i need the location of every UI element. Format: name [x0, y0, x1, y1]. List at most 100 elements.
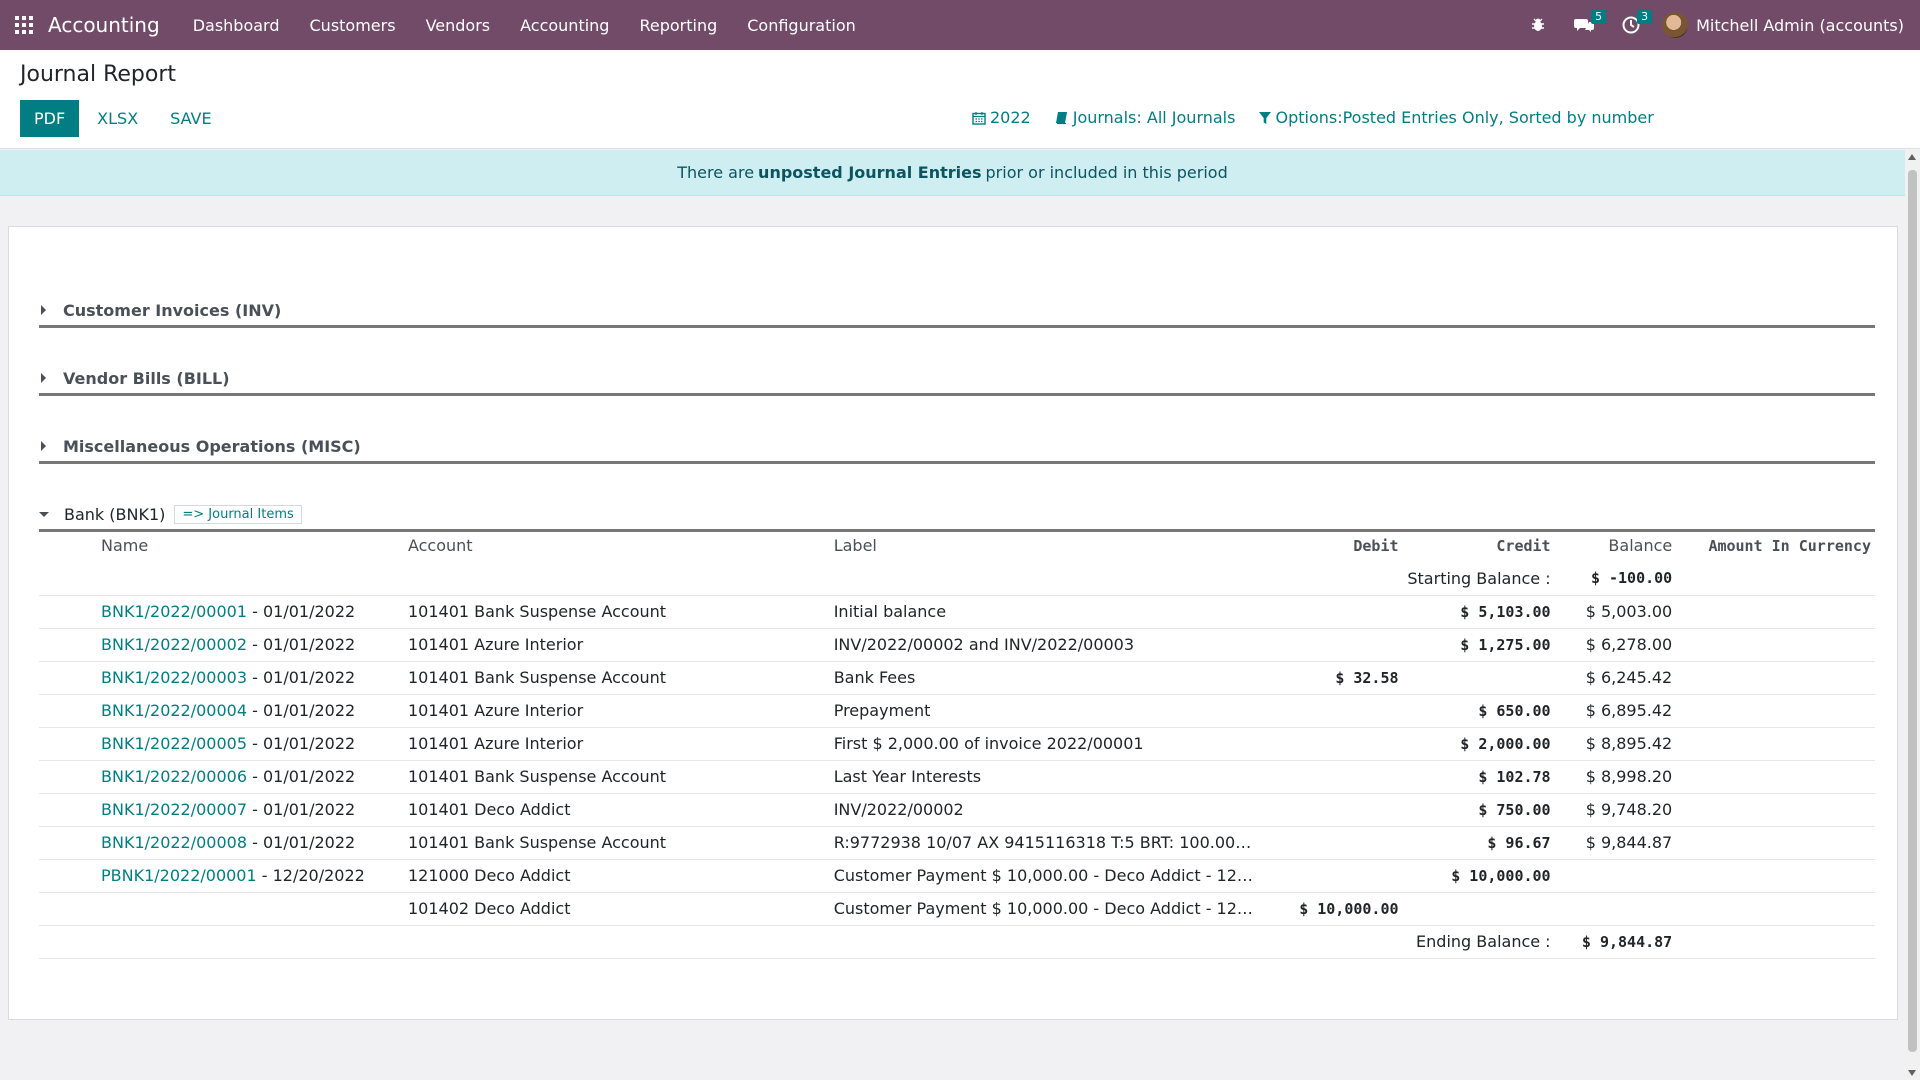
move-link[interactable]: BNK1/2022/00008 [101, 833, 247, 852]
section-title: Bank (BNK1) [64, 504, 166, 524]
starting-balance-row: Starting Balance : $ -100.00 [39, 562, 1875, 595]
scroll-down-arrow-icon[interactable] [1908, 1070, 1916, 1076]
col-label: Label [833, 536, 877, 555]
balance-value: $ 6,278.00 [1550, 627, 1673, 661]
line-label: R:9772938 10/07 AX 9415116318 T:5 BRT: 1… [833, 825, 1259, 859]
menu-dashboard[interactable]: Dashboard [178, 0, 295, 50]
account-code: 101401 [407, 767, 470, 786]
caret-right-icon [41, 373, 46, 383]
save-button[interactable]: SAVE [156, 100, 225, 137]
account-code: 101401 [407, 833, 470, 852]
debit-value [1258, 759, 1399, 793]
account-code: 101401 [407, 635, 470, 654]
credit-value: $ 650.00 [1398, 693, 1551, 727]
table-row: PBNK1/2022/00001 - 12/20/2022 121000 Dec… [39, 858, 1875, 892]
move-date: - 01/01/2022 [247, 734, 356, 753]
menu-accounting[interactable]: Accounting [505, 0, 624, 50]
col-amount-currency: Amount In Currency [1708, 536, 1871, 555]
move-link[interactable]: BNK1/2022/00007 [101, 800, 247, 819]
section-customer-invoices[interactable]: Customer Invoices (INV) [39, 295, 1875, 328]
section-vendor-bills[interactable]: Vendor Bills (BILL) [39, 363, 1875, 396]
app-brand[interactable]: Accounting [48, 13, 160, 37]
divider [39, 461, 1875, 464]
move-link[interactable]: BNK1/2022/00002 [101, 635, 247, 654]
report-sheet: Customer Invoices (INV) Vendor Bills (BI… [8, 226, 1898, 1020]
account-name: Deco Addict [474, 866, 571, 885]
filter-icon [1259, 111, 1272, 124]
move-link[interactable]: BNK1/2022/00006 [101, 767, 247, 786]
user-menu[interactable]: Mitchell Admin (accounts) [1654, 12, 1904, 38]
move-link[interactable]: BNK1/2022/00004 [101, 701, 247, 720]
options-filter-label: Options:Posted Entries Only, Sorted by n… [1275, 108, 1654, 127]
scroll-up-arrow-icon[interactable] [1908, 154, 1916, 160]
line-label: Customer Payment $ 10,000.00 - Deco Addi… [833, 891, 1259, 925]
messaging-button[interactable]: 5 [1560, 0, 1608, 50]
account-name: Bank Suspense Account [474, 668, 667, 687]
col-name: Name [101, 536, 149, 555]
section-title: Miscellaneous Operations (MISC) [63, 436, 361, 456]
account-name: Bank Suspense Account [474, 767, 667, 786]
scrollbar-thumb[interactable] [1908, 170, 1917, 1052]
user-name: Mitchell Admin (accounts) [1696, 15, 1904, 35]
account-name: Azure Interior [474, 734, 584, 753]
debit-value [1258, 594, 1399, 628]
date-filter[interactable]: 2022 [972, 108, 1031, 127]
alert-link[interactable]: unposted Journal Entries [758, 163, 981, 182]
menu-reporting[interactable]: Reporting [624, 0, 732, 50]
menu-vendors[interactable]: Vendors [411, 0, 506, 50]
section-misc-operations[interactable]: Miscellaneous Operations (MISC) [39, 431, 1875, 464]
journal-items-button[interactable]: => Journal Items [174, 504, 302, 524]
debug-button[interactable] [1516, 0, 1560, 50]
xlsx-button[interactable]: XLSX [83, 100, 152, 137]
partner-link[interactable]: 101401 Azure Interior [407, 627, 834, 661]
table-row: 101402 Deco Addict Customer Payment $ 10… [39, 891, 1875, 925]
move-link[interactable]: PBNK1/2022/00001 [101, 866, 257, 885]
line-label: Initial balance [833, 594, 1259, 628]
report-filters: 2022 Journals: All Journals Options:Post… [972, 108, 1654, 127]
debit-value [1258, 858, 1399, 892]
menu-customers[interactable]: Customers [295, 0, 411, 50]
section-bank[interactable]: Bank (BNK1) => Journal Items [39, 499, 1875, 532]
move-date: - 01/01/2022 [247, 701, 356, 720]
partner-link[interactable]: 101401 Deco Addict [407, 792, 834, 826]
line-label: First $ 2,000.00 of invoice 2022/00001 [833, 726, 1259, 760]
account-name: Azure Interior [474, 635, 584, 654]
move-date: - 01/01/2022 [247, 800, 356, 819]
account-code: 101401 [407, 800, 470, 819]
line-label: INV/2022/00002 [833, 792, 1259, 826]
debit-value [1258, 825, 1399, 859]
apps-grid-icon[interactable] [0, 0, 48, 50]
alert-suffix: prior or included in this period [985, 163, 1228, 182]
partner-link[interactable]: 101401 Azure Interior [407, 726, 834, 760]
move-link[interactable]: BNK1/2022/00003 [101, 668, 247, 687]
account-code: 101402 [407, 899, 470, 918]
menu-configuration[interactable]: Configuration [732, 0, 871, 50]
activities-button[interactable]: 3 [1608, 0, 1654, 50]
book-icon [1055, 111, 1067, 124]
starting-balance-label: Starting Balance : [1407, 568, 1551, 588]
balance-value: $ 8,895.42 [1550, 726, 1673, 760]
page-title: Journal Report [20, 62, 177, 87]
divider [39, 393, 1875, 396]
scrollbar[interactable] [1905, 150, 1920, 1080]
move-link[interactable]: BNK1/2022/00005 [101, 734, 247, 753]
debit-value [1258, 627, 1399, 661]
partner-link[interactable]: 101402 Deco Addict [407, 891, 834, 925]
journals-filter[interactable]: Journals: All Journals [1055, 108, 1235, 127]
table-row: BNK1/2022/00001 - 01/01/2022 101401 Bank… [39, 594, 1875, 628]
table-row: BNK1/2022/00002 - 01/01/2022 101401 Azur… [39, 627, 1875, 661]
alert-prefix: There are [677, 163, 755, 182]
pdf-button[interactable]: PDF [20, 100, 80, 137]
move-link[interactable]: BNK1/2022/00001 [101, 602, 247, 621]
credit-value [1398, 660, 1551, 694]
credit-value: $ 2,000.00 [1398, 726, 1551, 760]
account-code: 101401 [407, 734, 470, 753]
credit-value: $ 102.78 [1398, 759, 1551, 793]
calendar-icon [972, 111, 986, 125]
starting-balance-value: $ -100.00 [1590, 569, 1673, 588]
line-label: Last Year Interests [833, 759, 1259, 793]
options-filter[interactable]: Options:Posted Entries Only, Sorted by n… [1259, 108, 1654, 127]
partner-link[interactable]: 101401 Azure Interior [407, 693, 834, 727]
account-name: Deco Addict [474, 800, 571, 819]
table-header-row: Name Account Label Debit Credit Balance … [39, 529, 1875, 562]
